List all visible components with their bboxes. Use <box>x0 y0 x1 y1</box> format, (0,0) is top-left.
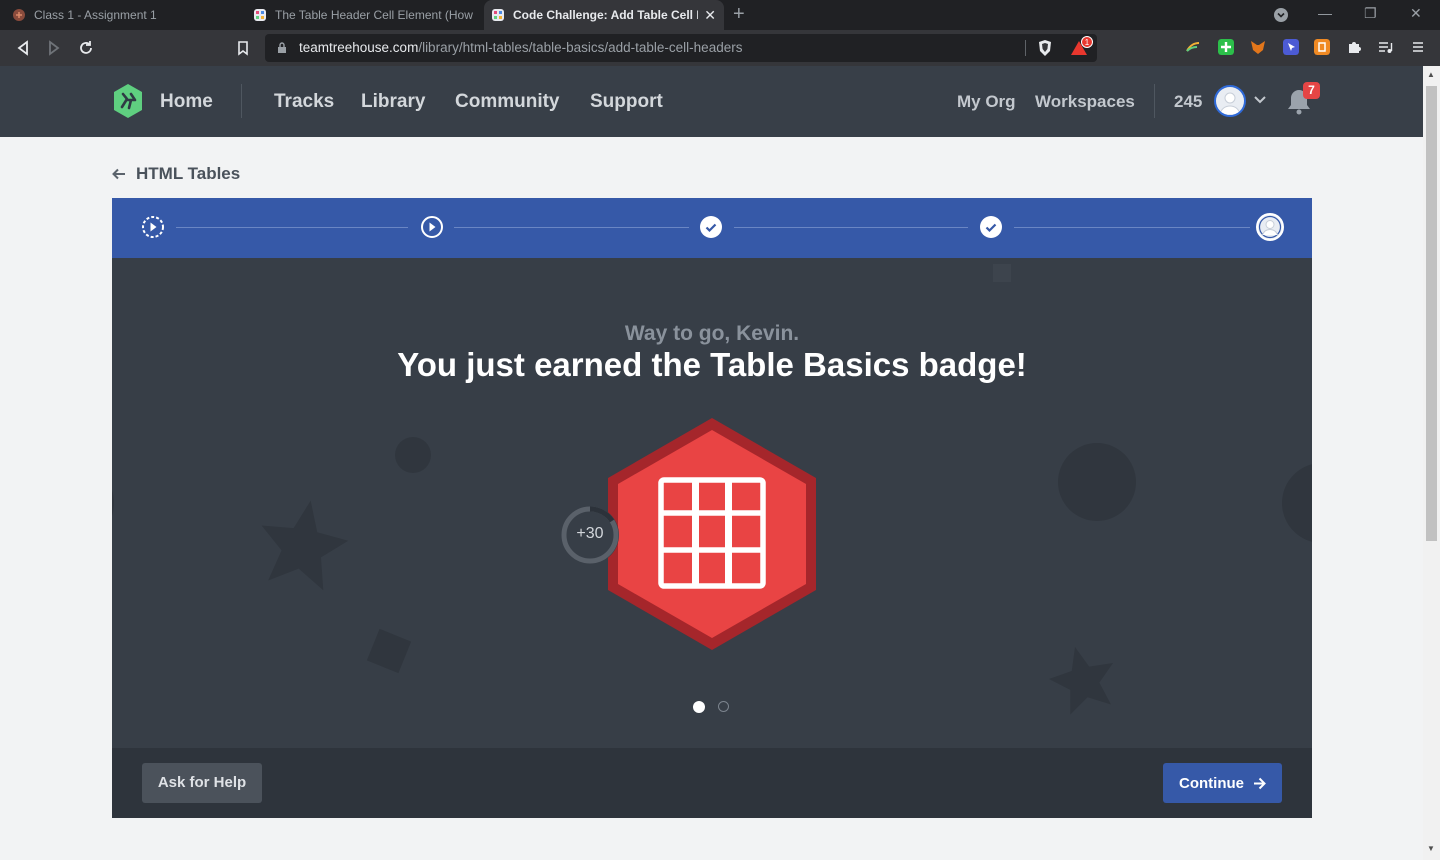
user-avatar[interactable] <box>1214 85 1246 117</box>
checkmark-icon <box>700 216 722 238</box>
decorative-square-icon <box>993 264 1011 282</box>
treehouse-favicon-icon <box>492 9 504 21</box>
url-host: teamtreehouse.com <box>299 40 419 55</box>
decorative-diamond-icon <box>366 628 412 674</box>
step-4-complete[interactable] <box>979 215 1003 239</box>
greeting-text: Way to go, Kevin. <box>624 322 800 345</box>
decorative-circle-icon <box>1058 443 1136 521</box>
nav-tracks-link[interactable]: Tracks <box>274 91 334 113</box>
checkmark-icon <box>980 216 1002 238</box>
minimize-icon[interactable]: — <box>1318 5 1332 21</box>
notification-count-badge: 7 <box>1303 82 1320 99</box>
nav-community-link[interactable]: Community <box>455 91 560 113</box>
site-header: Home Tracks Library Community Support My… <box>0 66 1423 137</box>
arrow-left-icon <box>112 168 125 180</box>
points-count: 245 <box>1174 92 1203 111</box>
ask-for-help-button[interactable]: Ask for Help <box>142 763 262 803</box>
video-play-icon <box>421 216 443 238</box>
extension-analytics-icon[interactable] <box>1185 39 1201 55</box>
badge-earned-headline: You just earned the Table Basics badge! <box>397 346 1027 383</box>
address-bar[interactable]: teamtreehouse.com/library/html-tables/ta… <box>265 34 1097 62</box>
bookmark-icon[interactable] <box>234 39 252 57</box>
step-3-complete[interactable] <box>699 215 723 239</box>
lock-icon <box>278 42 286 53</box>
decorative-circle-icon <box>112 490 114 516</box>
step-connector <box>176 227 408 228</box>
decorative-circle-icon <box>1282 464 1312 542</box>
browser-tab-strip: Class 1 - Assignment 1 The Table Header … <box>0 0 1440 30</box>
nav-home-link[interactable]: Home <box>160 91 213 113</box>
scroll-down-icon[interactable]: ▼ <box>1427 844 1435 853</box>
tab-title: The Table Header Cell Element (How T <box>275 8 475 22</box>
my-org-link[interactable]: My Org <box>957 92 1016 112</box>
tab-search-icon[interactable] <box>1273 7 1289 23</box>
step-connector <box>734 227 968 228</box>
step-connector <box>454 227 689 228</box>
xp-points-label: +30 <box>576 525 604 542</box>
arrow-right-icon <box>1254 777 1266 789</box>
codepen-favicon-icon <box>13 9 25 21</box>
url-text: teamtreehouse.com/library/html-tables/ta… <box>299 40 742 55</box>
reload-icon[interactable] <box>77 39 95 57</box>
browser-toolbar: teamtreehouse.com/library/html-tables/ta… <box>0 30 1440 66</box>
tab-class-assignment[interactable]: Class 1 - Assignment 1 <box>0 0 240 30</box>
step-connector <box>1014 227 1250 228</box>
step-2-video[interactable] <box>420 215 444 239</box>
forward-icon[interactable] <box>45 39 63 57</box>
tab-title: Class 1 - Assignment 1 <box>34 8 157 22</box>
profile-step-icon <box>1256 213 1284 241</box>
nav-divider <box>1154 84 1155 118</box>
user-silhouette-icon <box>1216 87 1244 115</box>
nav-support-link[interactable]: Support <box>590 91 663 113</box>
url-path: /library/html-tables/table-basics/add-ta… <box>418 40 743 55</box>
step-1-video[interactable] <box>141 215 165 239</box>
step-5-current[interactable] <box>1256 213 1284 241</box>
decorative-star-icon <box>261 500 349 591</box>
pager-dot-active[interactable] <box>693 701 705 713</box>
decorative-star-icon <box>1048 646 1114 715</box>
scroll-thumb[interactable] <box>1426 86 1437 541</box>
page-scrollbar[interactable]: ▲ ▼ <box>1423 66 1440 860</box>
challenge-footer: Ask for Help Continue <box>112 748 1312 818</box>
chevron-down-icon[interactable] <box>1253 93 1267 107</box>
breadcrumb-label: HTML Tables <box>136 164 241 183</box>
video-play-icon <box>142 216 164 238</box>
tab-code-challenge[interactable]: Code Challenge: Add Table Cell H ✕ <box>484 0 724 30</box>
table-basics-badge-icon <box>608 418 816 650</box>
media-playlist-icon[interactable] <box>1377 39 1393 55</box>
window-close-icon[interactable]: ✕ <box>1410 5 1422 22</box>
extension-orange-icon[interactable] <box>1314 39 1330 55</box>
browser-menu-icon[interactable] <box>1410 39 1426 55</box>
tab-table-header-cell[interactable]: The Table Header Cell Element (How T <box>245 0 483 30</box>
restore-icon[interactable]: ❐ <box>1364 5 1377 22</box>
new-tab-icon[interactable]: + <box>733 4 745 24</box>
badge-earned-panel: Way to go, Kevin. You just earned the Ta… <box>112 258 1312 748</box>
brave-shield-icon[interactable] <box>1037 39 1053 57</box>
scroll-up-icon[interactable]: ▲ <box>1427 70 1435 79</box>
nav-divider <box>241 84 242 118</box>
extensions-puzzle-icon[interactable] <box>1346 39 1362 55</box>
brave-rewards-badge: 1 <box>1081 36 1093 48</box>
back-icon[interactable] <box>14 39 32 57</box>
decorative-dot-icon <box>395 437 431 473</box>
breadcrumb[interactable]: HTML Tables <box>112 164 240 184</box>
continue-label: Continue <box>1179 774 1244 792</box>
metamask-fox-icon[interactable] <box>1250 39 1266 55</box>
challenge-progress-bar <box>112 198 1312 258</box>
close-tab-icon[interactable]: ✕ <box>704 7 716 23</box>
extension-cursor-icon[interactable] <box>1283 39 1299 55</box>
nav-library-link[interactable]: Library <box>361 91 425 113</box>
continue-button[interactable]: Continue <box>1163 763 1282 803</box>
omnibox-separator <box>1025 40 1026 56</box>
treehouse-favicon-icon <box>254 9 266 21</box>
workspaces-link[interactable]: Workspaces <box>1035 92 1135 112</box>
treehouse-logo-icon[interactable] <box>112 83 144 119</box>
tab-title: Code Challenge: Add Table Cell H <box>513 8 698 22</box>
pager-dot-inactive[interactable] <box>718 701 729 712</box>
extension-plus-icon[interactable] <box>1218 39 1234 55</box>
